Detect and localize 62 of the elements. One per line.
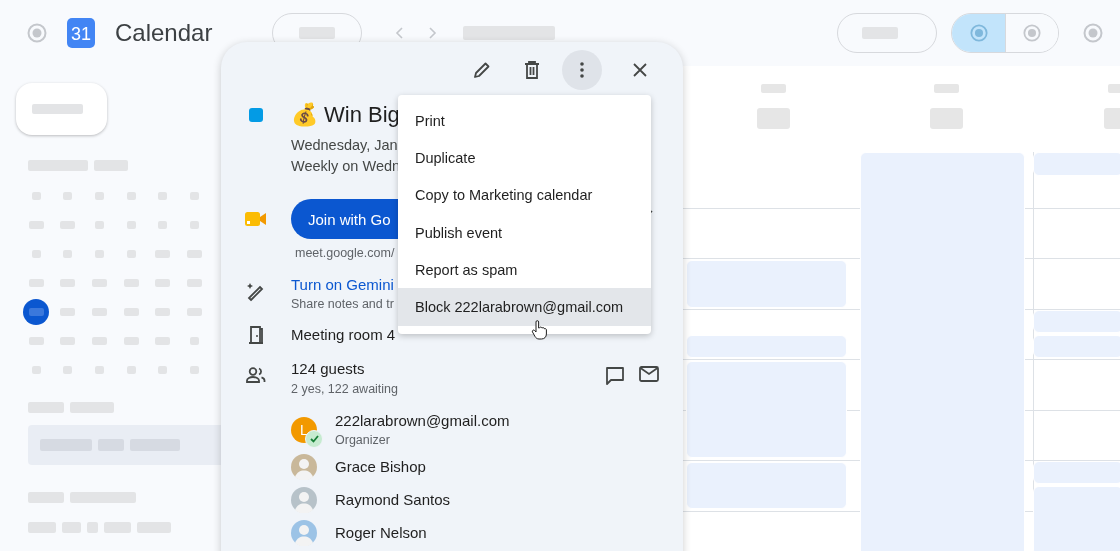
guest-count: 124 guests — [291, 359, 366, 379]
gemini-link[interactable]: Turn on Gemini — [291, 275, 394, 295]
circle-icon[interactable] — [27, 23, 47, 43]
chevron-right-icon[interactable] — [427, 27, 438, 39]
create-button[interactable] — [16, 83, 107, 135]
guest-name: Grace Bishop — [335, 456, 426, 477]
chat-icon[interactable] — [605, 366, 625, 385]
meeting-room: Meeting room 4 — [291, 325, 396, 345]
calendar-event[interactable] — [686, 361, 847, 458]
placeholder-bar — [32, 104, 83, 114]
more-button[interactable] — [562, 50, 602, 90]
avatar — [291, 486, 317, 513]
door-icon — [248, 326, 264, 344]
calendar-event[interactable] — [1033, 310, 1120, 333]
calendar-event[interactable] — [686, 260, 847, 308]
calendar-event[interactable] — [860, 152, 1025, 551]
placeholder-bar — [934, 84, 959, 93]
avatar — [291, 453, 317, 480]
guest-role: Organizer — [335, 432, 391, 449]
app-title: Calendar — [115, 19, 213, 47]
chevron-left-icon[interactable] — [395, 27, 406, 39]
today-marker[interactable] — [23, 299, 49, 325]
close-icon — [633, 63, 647, 77]
event-title: Win Big — [324, 101, 400, 129]
guest-name: 222larabrown@gmail.com — [335, 411, 510, 431]
pencil-icon — [472, 60, 492, 80]
people-icon — [246, 367, 266, 383]
calendar-event[interactable] — [1033, 152, 1120, 176]
circle-icon — [1023, 24, 1042, 42]
calendar-logo: 31 — [67, 18, 95, 48]
calendar-event[interactable] — [1033, 461, 1120, 484]
calendar-event[interactable] — [686, 462, 847, 509]
trash-icon — [523, 60, 541, 80]
gemini-description: Share notes and tr — [291, 296, 394, 313]
guest-name: Roger Nelson — [335, 522, 427, 543]
event-date: Wednesday, Jan — [291, 136, 399, 155]
guest-summary: 2 yes, 122 awaiting — [291, 381, 398, 398]
placeholder-bar — [28, 308, 44, 316]
sparkle-pencil-icon — [246, 282, 266, 302]
menu-item[interactable]: Block 222larabrown@gmail.com — [398, 288, 651, 326]
view-toggle[interactable] — [1004, 14, 1059, 52]
more-icon — [580, 62, 584, 78]
view-dropdown[interactable] — [837, 13, 938, 53]
circle-icon[interactable] — [1083, 23, 1104, 43]
calendar-event[interactable] — [686, 335, 847, 358]
circle-icon — [969, 24, 988, 42]
calendar-event[interactable] — [1033, 335, 1120, 358]
placeholder-bar — [761, 84, 786, 93]
menu-item[interactable]: Duplicate — [398, 139, 651, 177]
view-toggle[interactable] — [952, 14, 1005, 52]
menu-item[interactable]: Report as spam — [398, 251, 651, 289]
menu-item[interactable]: Print — [398, 102, 651, 140]
emoji-icon: 💰 — [291, 100, 318, 130]
placeholder-bar — [299, 27, 336, 39]
mail-icon[interactable] — [639, 366, 659, 382]
video-camera-icon — [245, 211, 267, 227]
guest-name: Raymond Santos — [335, 489, 451, 510]
check-icon — [309, 435, 319, 443]
placeholder-bar — [757, 108, 790, 129]
calendar-event[interactable] — [1033, 486, 1120, 551]
placeholder-bar — [930, 108, 963, 129]
avatar — [291, 519, 317, 546]
